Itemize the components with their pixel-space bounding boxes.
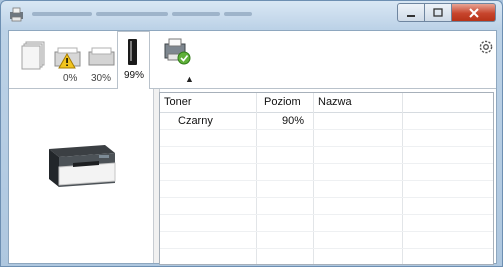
table-header: Toner Poziom Nazwa [160,93,493,113]
table-row-empty [160,130,493,147]
column-header-name[interactable]: Nazwa [318,96,352,108]
tray-1-level: 0% [63,73,78,84]
paper-stack-icon [21,41,45,70]
table-row-empty [160,164,493,181]
toner-level-cell: 90% [282,115,305,127]
settings-gear-icon[interactable] [478,39,494,55]
table-row-empty [160,249,493,264]
minimize-button[interactable] [397,3,425,22]
toner-cartridge-icon [128,39,137,65]
minimize-icon [407,14,415,17]
window-title-blur [172,12,220,16]
column-header-toner[interactable]: Toner [164,96,192,108]
window-title [32,12,92,16]
maximize-icon [433,8,443,17]
tab-paper[interactable] [21,31,48,87]
table-row-empty [160,215,493,232]
printer-image-pane [9,89,153,263]
printer-status-icon [164,38,191,65]
window-title-blur [224,12,252,16]
paper-tray-warning-icon [54,47,81,69]
app-printer-icon [10,7,23,22]
toner-table: Toner Poziom Nazwa Czarny 90% [159,92,494,265]
tab-paper-tray-2[interactable]: 30% [86,31,116,87]
toner-level: 99% [124,70,145,81]
table-row-empty [160,181,493,198]
tab-toner[interactable]: 99% [117,31,150,89]
table-row[interactable]: Czarny 90% [160,113,493,130]
tab-paper-tray-1[interactable]: 0% [54,31,84,87]
window-title-blur [96,12,168,16]
maximize-button[interactable] [425,3,452,22]
supplies-toolbar: 0% 30% 99% ▲ [9,31,496,89]
toner-color-cell: Czarny [178,115,213,127]
tray-2-level: 30% [91,73,112,84]
column-header-level[interactable]: Poziom [264,96,301,108]
close-button[interactable] [452,3,496,22]
client-area: 0% 30% 99% ▲ Toner Poziom Nazwa Czarny 9… [8,30,497,265]
printer-image [49,145,116,187]
table-row-empty [160,232,493,249]
close-icon [468,7,479,18]
table-row-empty [160,147,493,164]
printer-status-window: 0% 30% 99% ▲ Toner Poziom Nazwa Czarny 9… [0,0,503,267]
paper-tray-icon [88,47,115,66]
table-row-empty [160,198,493,215]
title-bar[interactable] [1,1,502,29]
collapse-chevron-icon[interactable]: ▲ [185,74,194,84]
